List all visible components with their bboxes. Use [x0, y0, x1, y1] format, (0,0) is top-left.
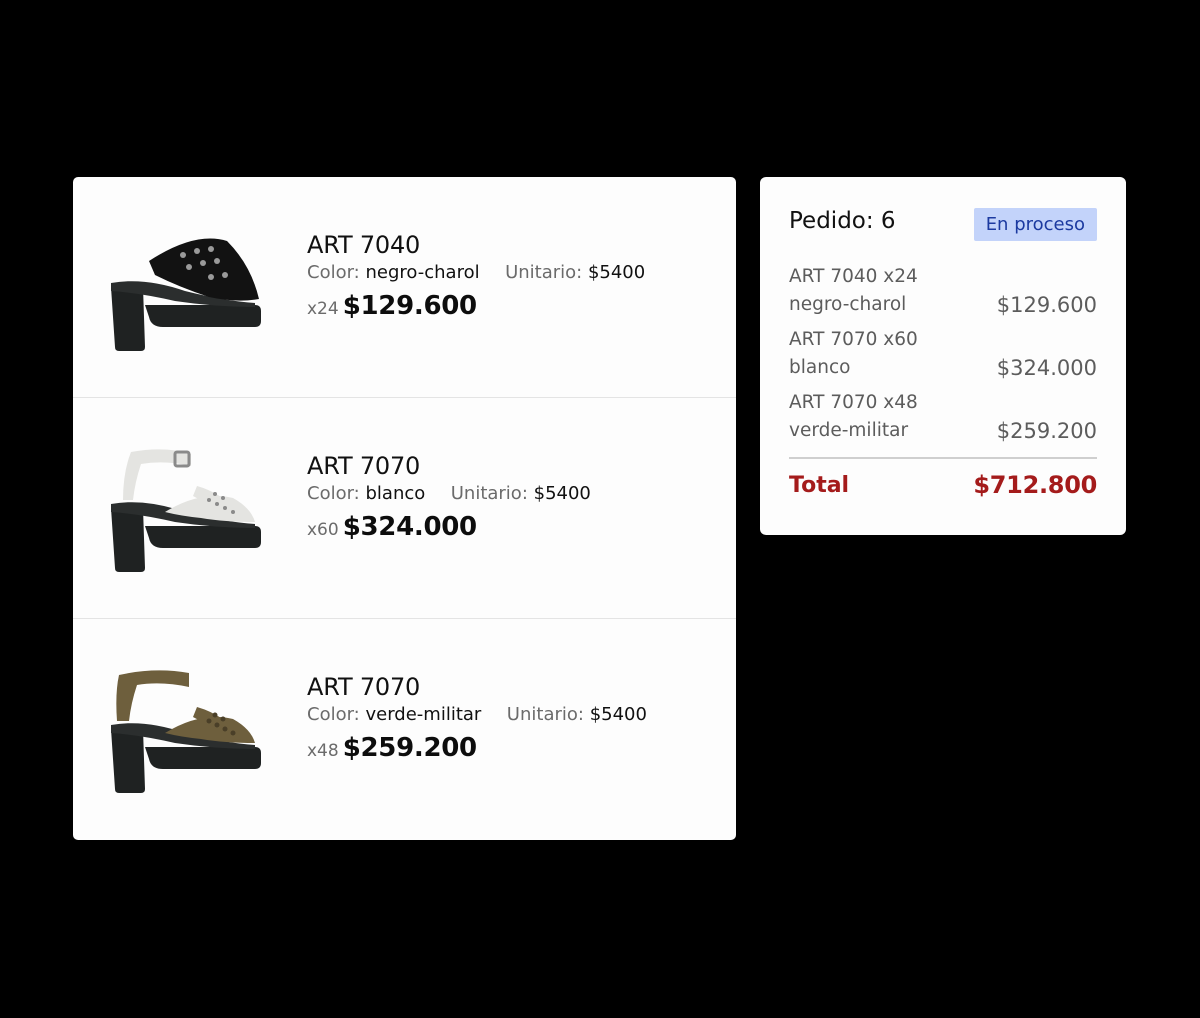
status-badge: En proceso: [973, 208, 1097, 241]
item-meta: Color: blanco Unitario: $5400: [307, 483, 591, 505]
summary-line-description: ART 7070 x48 verde-militar: [789, 389, 918, 445]
summary-line-article: ART 7070 x60: [789, 329, 918, 350]
summary-line-color: blanco: [789, 357, 851, 378]
item-price-line: x60 $324.000: [307, 512, 591, 545]
summary-header: Pedido: 6 En proceso: [789, 177, 1097, 263]
order-item-row[interactable]: ART 7070 Color: verde-militar Unitario: …: [73, 619, 736, 840]
summary-line-color: negro-charol: [789, 294, 907, 315]
item-title: ART 7040: [307, 231, 421, 259]
summary-line-article: ART 7040 x24: [789, 266, 918, 287]
item-quantity: x60: [307, 520, 339, 540]
color-value: blanco: [365, 483, 426, 504]
color-label: Color:: [307, 704, 360, 725]
total-amount: $712.800: [973, 471, 1097, 499]
unit-price-value: $5400: [533, 483, 591, 504]
summary-divider: [789, 457, 1097, 459]
item-title: ART 7070: [307, 452, 421, 480]
item-title: ART 7070: [307, 673, 421, 701]
order-item-info: ART 7070 Color: verde-militar Unitario: …: [307, 673, 647, 766]
summary-line-amount: $129.600: [996, 293, 1097, 317]
item-price-line: x48 $259.200: [307, 733, 647, 766]
color-value: verde-militar: [365, 704, 482, 725]
color-label: Color:: [307, 262, 360, 283]
item-subtotal: $129.600: [342, 291, 477, 321]
summary-line-item: ART 7040 x24 negro-charol $129.600: [789, 263, 1097, 319]
unit-price-value: $5400: [589, 704, 647, 725]
summary-line-item: ART 7070 x48 verde-militar $259.200: [789, 389, 1097, 445]
summary-total-row: Total $712.800: [789, 471, 1097, 499]
order-items-card: ART 7040 Color: negro-charol Unitario: $…: [73, 177, 736, 840]
order-view: ART 7040 Color: negro-charol Unitario: $…: [0, 0, 1200, 1018]
sandal-image: [111, 449, 261, 572]
summary-line-amount: $259.200: [996, 419, 1097, 443]
item-quantity: x48: [307, 741, 339, 761]
summary-line-description: ART 7070 x60 blanco: [789, 326, 918, 382]
order-number: Pedido: 6: [789, 208, 896, 234]
order-item-info: ART 7040 Color: negro-charol Unitario: $…: [307, 231, 645, 324]
unit-price-value: $5400: [587, 262, 646, 283]
sandal-image: [111, 670, 261, 793]
summary-line-item: ART 7070 x60 blanco $324.000: [789, 326, 1097, 382]
order-item-row[interactable]: ART 7070 Color: blanco Unitario: $5400 x…: [73, 398, 736, 619]
color-label: Color:: [307, 483, 360, 504]
item-subtotal: $259.200: [342, 733, 477, 763]
summary-line-article: ART 7070 x48: [789, 392, 918, 413]
order-item-row[interactable]: ART 7040 Color: negro-charol Unitario: $…: [73, 177, 736, 398]
item-meta: Color: verde-militar Unitario: $5400: [307, 704, 647, 726]
item-price-line: x24 $129.600: [307, 291, 645, 324]
unit-price-label: Unitario:: [505, 262, 583, 283]
unit-price-label: Unitario:: [506, 704, 584, 725]
item-meta: Color: negro-charol Unitario: $5400: [307, 262, 645, 284]
order-summary-card: Pedido: 6 En proceso ART 7040 x24 negro-…: [760, 177, 1126, 535]
summary-line-amount: $324.000: [996, 356, 1097, 380]
summary-line-color: verde-militar: [789, 420, 909, 441]
unit-price-label: Unitario:: [450, 483, 528, 504]
summary-line-description: ART 7040 x24 negro-charol: [789, 263, 918, 319]
color-value: negro-charol: [365, 262, 480, 283]
total-label: Total: [789, 472, 850, 498]
order-item-info: ART 7070 Color: blanco Unitario: $5400 x…: [307, 452, 591, 545]
sandal-image: [111, 238, 261, 351]
item-subtotal: $324.000: [342, 512, 477, 542]
item-quantity: x24: [307, 299, 339, 319]
